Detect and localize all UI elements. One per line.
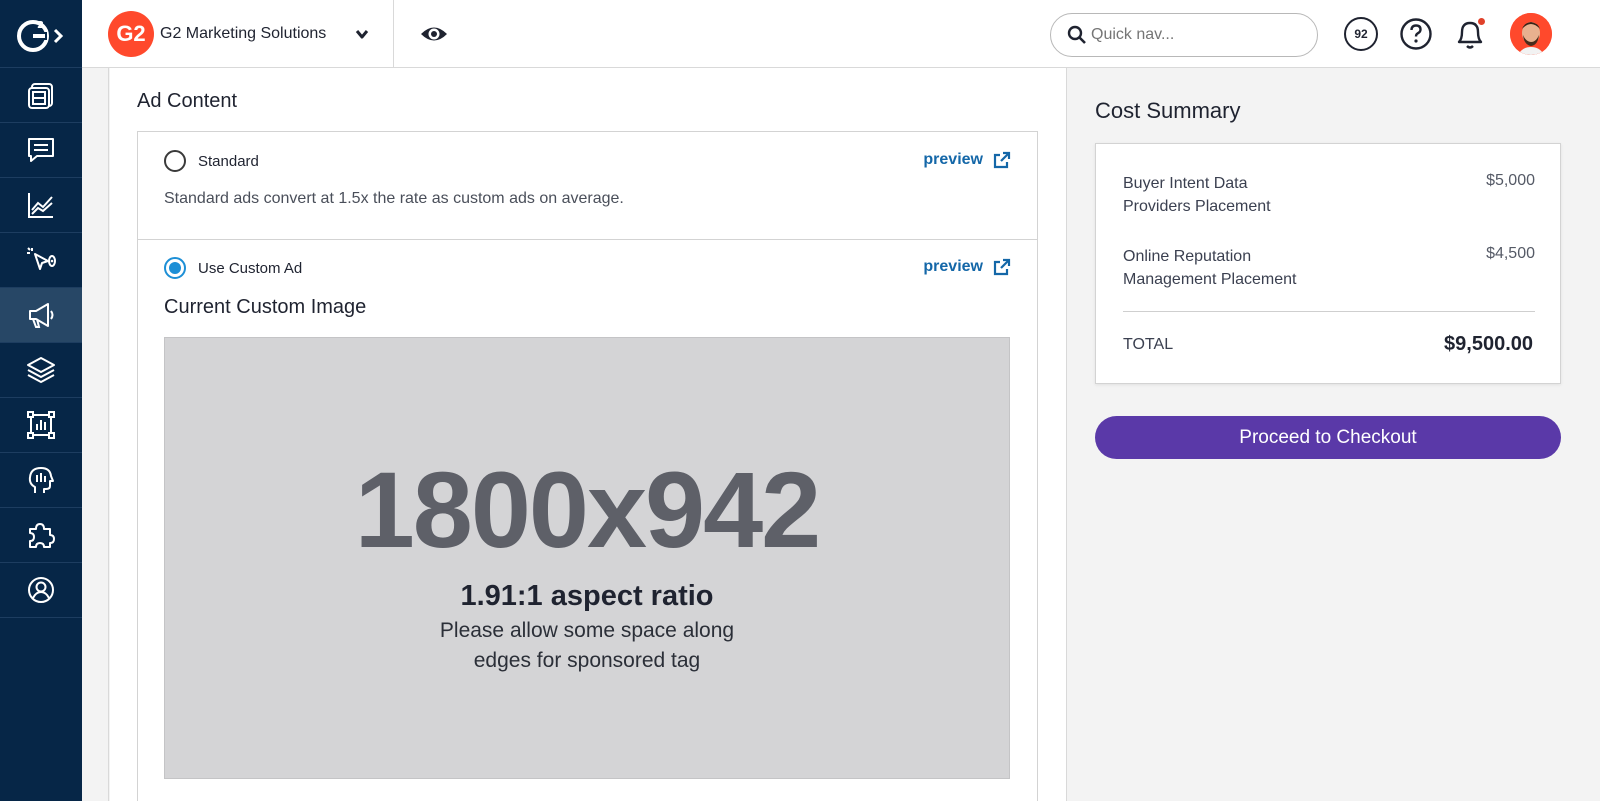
preview-label: preview: [923, 258, 983, 275]
sidebar-item-profile[interactable]: [0, 563, 82, 618]
sidebar: 2: [0, 0, 82, 801]
custom-radio[interactable]: [164, 257, 186, 279]
external-link-icon: [993, 151, 1011, 169]
avatar[interactable]: [1510, 13, 1552, 55]
top-header: G2 G2 Marketing Solutions 92: [82, 0, 1600, 68]
org-logo: G2: [108, 10, 154, 57]
avatar-image: [1510, 13, 1552, 55]
line-item-name-line1: Online Reputation: [1123, 248, 1252, 265]
placeholder-dimensions: 1800x942: [354, 449, 822, 570]
proceed-to-checkout-button[interactable]: Proceed to Checkout: [1095, 416, 1561, 459]
sidebar-item-dashboard[interactable]: [0, 68, 82, 123]
placeholder-aspect-ratio: 1.91:1 aspect ratio: [460, 580, 714, 612]
standard-radio[interactable]: [164, 150, 186, 172]
g2-logo[interactable]: 2: [0, 0, 82, 68]
line-item-name-line2: Management Placement: [1123, 271, 1297, 288]
puzzle-icon: [29, 523, 55, 548]
cost-summary-card: Buyer Intent Data Providers Placement $5…: [1095, 143, 1561, 384]
standard-preview-link[interactable]: preview: [923, 151, 1011, 169]
line-item: Online Reputation Management Placement $…: [1123, 245, 1535, 291]
sidebar-item-integrations[interactable]: [0, 508, 82, 563]
custom-ad-card: Use Custom Ad preview Current Custom Ima…: [137, 239, 1038, 801]
search-input[interactable]: [1091, 26, 1291, 44]
g2-logo-icon: 2: [17, 19, 64, 52]
cost-summary-title: Cost Summary: [1095, 98, 1241, 123]
standard-ad-card: Standard preview Standard ads convert at…: [137, 131, 1038, 240]
line-item-price: $5,000: [1486, 172, 1535, 189]
line-item-name: Online Reputation Management Placement: [1123, 245, 1323, 291]
standard-radio-option[interactable]: Standard: [164, 150, 259, 172]
line-item-price: $4,500: [1486, 245, 1535, 262]
line-item-name: Buyer Intent Data Providers Placement: [1123, 172, 1323, 218]
section-title: Ad Content: [137, 90, 238, 112]
total-value: $9,500.00: [1444, 333, 1533, 355]
content-gutter: [82, 68, 109, 801]
eye-icon[interactable]: [419, 20, 449, 48]
search-icon: [1067, 25, 1086, 44]
custom-image-placeholder: 1800x942 1.91:1 aspect ratio Please allo…: [164, 337, 1010, 779]
sidebar-item-ads[interactable]: [0, 288, 82, 343]
custom-radio-option[interactable]: Use Custom Ad: [164, 257, 302, 279]
megaphone-icon: [29, 303, 54, 328]
sidebar-item-intent[interactable]: [0, 233, 82, 288]
sidebar-item-reports[interactable]: [0, 398, 82, 453]
line-item-name-line2: Providers Placement: [1123, 198, 1271, 215]
custom-preview-link[interactable]: preview: [923, 258, 1011, 276]
sidebar-item-analytics[interactable]: [0, 178, 82, 233]
org-switcher[interactable]: G2 G2 Marketing Solutions: [82, 0, 394, 67]
line-item-name-line1: Buyer Intent Data: [1123, 175, 1248, 192]
chat-icon: [28, 138, 54, 162]
help-icon[interactable]: [1399, 17, 1433, 51]
sidebar-item-reviews[interactable]: [0, 123, 82, 178]
placeholder-note-line2: edges for sponsored tag: [473, 649, 701, 672]
total-divider: [1123, 311, 1535, 312]
org-name: G2 Marketing Solutions: [160, 24, 327, 42]
preview-label: preview: [923, 151, 983, 168]
ad-content-panel: Ad Content Standard preview Standard ads…: [110, 68, 1067, 801]
placeholder-note: Please allow some space along edges for …: [165, 616, 1009, 676]
notification-dot: [1476, 16, 1487, 27]
custom-image-title: Current Custom Image: [164, 296, 367, 318]
custom-label: Use Custom Ad: [198, 259, 303, 277]
chevron-down-icon: [355, 30, 369, 39]
sidebar-item-insights[interactable]: [0, 453, 82, 508]
standard-description: Standard ads convert at 1.5x the rate as…: [164, 190, 624, 207]
line-chart-icon: [28, 193, 53, 218]
quick-nav-search[interactable]: [1050, 13, 1318, 57]
sidebar-item-content[interactable]: [0, 343, 82, 398]
head-insight-icon: [28, 467, 54, 493]
dashboard-icon: [28, 83, 53, 109]
layers-icon: [27, 357, 55, 384]
total-label: TOTAL: [1123, 336, 1174, 353]
line-item: Buyer Intent Data Providers Placement $5…: [1123, 172, 1535, 218]
user-circle-icon: [28, 577, 54, 603]
svg-text:2: 2: [37, 20, 44, 31]
placeholder-note-line1: Please allow some space along: [439, 619, 735, 642]
standard-label: Standard: [198, 152, 259, 170]
click-target-icon: [27, 247, 56, 270]
report-chart-icon: [27, 411, 55, 439]
external-link-icon: [993, 258, 1011, 276]
cost-summary-panel: Cost Summary Buyer Intent Data Providers…: [1068, 68, 1600, 801]
score-badge[interactable]: 92: [1344, 17, 1378, 51]
